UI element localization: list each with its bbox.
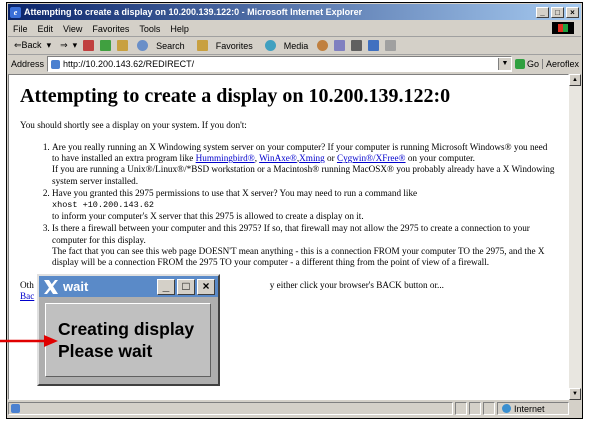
mail-icon[interactable]: [334, 40, 346, 51]
item3-firewall-text: The fact that you can see this web page …: [52, 245, 545, 268]
back-button[interactable]: ⇐Back ▾: [11, 40, 51, 51]
history-icon[interactable]: [317, 40, 329, 51]
favorites-label: Favorites: [215, 40, 253, 51]
page-heading: Attempting to create a display on 10.200…: [20, 85, 451, 107]
red-arrow-icon: [0, 335, 58, 347]
x-wait-window[interactable]: wait _ □ × Creating display Please wait: [37, 274, 220, 386]
media-button[interactable]: Media: [262, 40, 312, 51]
vertical-scrollbar[interactable]: ▲ ▼: [569, 74, 581, 400]
search-button[interactable]: Search: [134, 40, 188, 51]
or-text: or: [324, 153, 337, 164]
search-label: Search: [156, 40, 185, 51]
other-prefix: Oth: [20, 280, 34, 291]
go-arrow-icon: [514, 59, 525, 69]
item2-text: Have you granted this 2975 permissions t…: [52, 187, 418, 198]
other-suffix: y either click your browser's BACK butto…: [269, 280, 444, 291]
search-icon: [137, 40, 149, 51]
item1-end: on your computer.: [405, 153, 475, 164]
item3-text: Is there a firewall between your compute…: [52, 223, 530, 245]
status-cell: [455, 402, 467, 415]
xhost-command: xhost +10.200.143.62: [52, 200, 155, 211]
address-dropdown-icon[interactable]: ▼: [497, 58, 511, 70]
back-link[interactable]: Bac: [20, 291, 34, 301]
address-value: http://10.200.143.62/REDIRECT/: [63, 59, 195, 69]
media-icon: [264, 40, 276, 51]
close-button[interactable]: ×: [566, 6, 579, 18]
zone-label: Internet: [514, 403, 545, 414]
list-item: Is there a firewall between your compute…: [52, 223, 556, 268]
menu-favorites[interactable]: Favorites: [92, 24, 129, 34]
links-button[interactable]: Aeroflex: [541, 59, 579, 69]
status-bar: Internet: [8, 400, 581, 417]
menu-tools[interactable]: Tools: [139, 24, 160, 34]
stop-icon[interactable]: [83, 40, 95, 51]
item1-unix-text: If you are running a Unix®/Linux®/*BSD w…: [52, 164, 555, 186]
security-zone: Internet: [497, 402, 569, 415]
back-label: ⇐Back: [14, 40, 42, 50]
windows-logo-icon: [552, 22, 574, 34]
go-button[interactable]: Go: [514, 59, 539, 69]
list-item: Have you granted this 2975 permissions t…: [52, 188, 556, 223]
internet-explorer-icon: e: [10, 6, 21, 18]
refresh-icon[interactable]: [100, 40, 112, 51]
address-label: Address: [11, 59, 45, 69]
page-done-icon: [11, 404, 20, 413]
list-item: Are you really running an X Windowing sy…: [52, 142, 556, 187]
wait-line-1: Creating display: [58, 319, 195, 339]
home-icon[interactable]: [117, 40, 129, 51]
wait-title: wait: [63, 279, 89, 294]
window-title: Attempting to create a display on 10.200…: [24, 7, 363, 17]
wait-minimize-button[interactable]: _: [157, 278, 175, 295]
address-input[interactable]: http://10.200.143.62/REDIRECT/ ▼: [47, 56, 512, 72]
menu-bar: File Edit View Favorites Tools Help: [8, 21, 581, 37]
forward-button[interactable]: ⇒ ▾: [57, 40, 77, 51]
x11-logo-icon: [41, 277, 61, 297]
maximize-button[interactable]: □: [551, 6, 564, 18]
favorites-icon: [196, 40, 208, 51]
winaxe-link[interactable]: WinAxe®: [259, 153, 297, 163]
menu-edit[interactable]: Edit: [38, 24, 54, 34]
wait-message: Creating display Please wait: [45, 303, 211, 377]
wait-close-button[interactable]: ×: [197, 278, 215, 295]
troubleshooting-list: Are you really running an X Windowing sy…: [40, 142, 556, 268]
globe-icon: [502, 404, 511, 413]
address-bar: Address http://10.200.143.62/REDIRECT/ ▼…: [8, 55, 581, 73]
page-icon: [51, 59, 61, 69]
intro-text: You should shortly see a display on your…: [20, 120, 247, 130]
hummingbird-link[interactable]: Hummingbird®: [196, 153, 255, 163]
favorites-button[interactable]: Favorites: [194, 40, 256, 51]
xming-link[interactable]: Xming: [299, 153, 325, 163]
menu-help[interactable]: Help: [170, 24, 189, 34]
scroll-up-icon[interactable]: ▲: [569, 74, 581, 86]
toolbar: ⇐Back ▾ ⇒ ▾ Search Favorites Media: [8, 37, 581, 55]
cygwin-link[interactable]: Cygwin®/XFree®: [337, 153, 406, 163]
menu-view[interactable]: View: [63, 24, 82, 34]
wait-line-2: Please wait: [58, 341, 153, 361]
wait-title-bar[interactable]: wait _ □ ×: [39, 276, 218, 297]
print-icon[interactable]: [351, 40, 363, 51]
status-cell: [469, 402, 481, 415]
title-bar[interactable]: e Attempting to create a display on 10.2…: [8, 4, 581, 20]
go-label: Go: [526, 59, 539, 69]
wait-maximize-button[interactable]: □: [177, 278, 195, 295]
status-cell: [483, 402, 495, 415]
menu-file[interactable]: File: [13, 24, 28, 34]
edit-icon[interactable]: [368, 40, 380, 51]
status-message: [8, 402, 453, 415]
resize-grip-icon[interactable]: [571, 404, 581, 414]
minimize-button[interactable]: _: [536, 6, 549, 18]
discuss-icon[interactable]: [385, 40, 397, 51]
scroll-down-icon[interactable]: ▼: [569, 388, 581, 400]
item2-text-end: to inform your computer's X server that …: [52, 211, 364, 222]
media-label: Media: [283, 40, 309, 51]
forward-label: ⇒: [60, 40, 68, 50]
